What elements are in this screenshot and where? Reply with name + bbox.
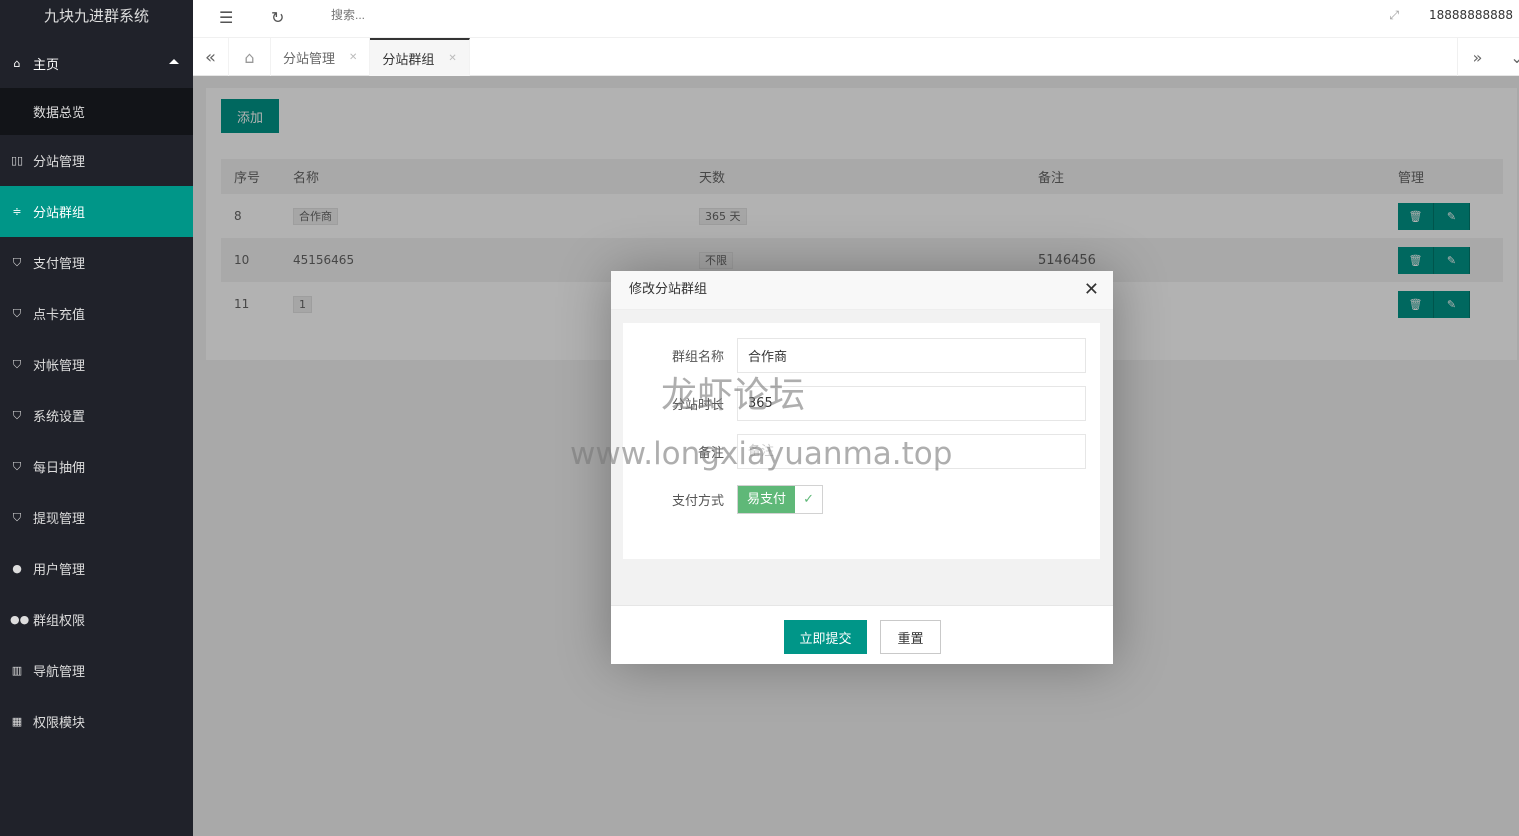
sidebar-item-label: 支付管理 [33, 257, 86, 272]
sidebar-item-settings[interactable]: ⛉ 系统设置 [0, 390, 193, 441]
sidebar-item-daily-commission[interactable]: ⛉ 每日抽佣 [0, 441, 193, 492]
sliders-icon: ≑ [12, 205, 22, 218]
sidebar-item-users[interactable]: ● 用户管理 [0, 543, 193, 594]
shield-icon: ⛉ [12, 459, 22, 473]
check-icon: ✓ [803, 492, 814, 507]
home-icon: ⌂ [13, 56, 21, 70]
sidebar-item-label: 主页 [33, 57, 60, 73]
sidebar-item-substation[interactable]: ▯▯ 分站管理 [0, 135, 193, 186]
field-label: 分站时长 [671, 398, 724, 413]
menu-collapse-icon[interactable]: ☰ [219, 8, 233, 27]
sidebar-item-label: 提现管理 [33, 512, 86, 527]
sidebar-item-overview[interactable]: 数据总览 [0, 88, 193, 135]
sidebar-item-withdraw[interactable]: ⛉ 提现管理 [0, 492, 193, 543]
tab-bar: « ⌂ 分站管理 ✕ 分站群组 ✕ » ⌄ [193, 38, 1519, 76]
tab-substation[interactable]: 分站管理 ✕ [271, 38, 371, 76]
payment-option-label: 易支付 [738, 486, 796, 513]
form-row-payment: 支付方式 易支付 ✓ [623, 485, 824, 514]
shield-icon: ⛉ [12, 255, 22, 269]
tabs-scroll-left-icon[interactable]: « [193, 38, 229, 76]
reset-button[interactable]: 重置 [880, 620, 941, 654]
home-tab-icon[interactable]: ⌂ [229, 38, 271, 76]
caret-up-icon [169, 59, 179, 64]
sidebar-item-payment[interactable]: ⛉ 支付管理 [0, 237, 193, 288]
tab-label: 分站管理 [283, 51, 336, 67]
form-panel: 群组名称 分站时长 备注 支付方式 易支付 ✓ [623, 323, 1100, 559]
sidebar-item-label: 分站群组 [33, 206, 86, 221]
form-row-note: 备注 [623, 434, 1086, 469]
sidebar: 九块九进群系统 ⌂ 主页 数据总览 ▯▯ 分站管理 ≑ 分站群组 ⛉ 支付管理 ⛉ 点卡充… [0, 0, 193, 836]
edit-group-modal: 修改分站群组 ✕ 群组名称 分站时长 备注 支付方式 易支付 ✓ 立即提交 重置 [611, 271, 1113, 664]
form-row-name: 群组名称 [623, 338, 1086, 373]
top-header: ☰ ↻ ⤢ 18888888888 [193, 0, 1519, 38]
submit-button[interactable]: 立即提交 [784, 620, 867, 654]
sidebar-item-label: 分站管理 [33, 155, 86, 170]
field-label: 群组名称 [671, 350, 724, 365]
shield-icon: ⛉ [12, 510, 22, 524]
tabs-dropdown-icon[interactable]: ⌄ [1497, 38, 1519, 76]
sidebar-item-group-permissions[interactable]: ●● 群组权限 [0, 594, 193, 645]
user-account[interactable]: 18888888888 [1429, 8, 1513, 22]
close-icon[interactable]: ✕ [1084, 271, 1099, 309]
group-name-input[interactable] [737, 338, 1086, 373]
sidebar-item-label: 点卡充值 [33, 308, 86, 323]
sidebar-item-label: 数据总览 [33, 106, 86, 121]
tabs-scroll-right-icon[interactable]: » [1457, 38, 1497, 76]
payment-checkbox[interactable]: 易支付 ✓ [737, 485, 824, 514]
search-input[interactable] [331, 8, 451, 22]
sidebar-item-label: 用户管理 [33, 563, 86, 578]
columns-icon: ▯▯ [10, 154, 24, 167]
tab-label: 分站群组 [382, 52, 435, 68]
shield-icon: ⛉ [12, 357, 22, 371]
tab-substation-group[interactable]: 分站群组 ✕ [370, 38, 470, 76]
close-icon[interactable]: ✕ [448, 53, 456, 64]
sidebar-item-label: 对帐管理 [33, 359, 86, 374]
chart-icon: ▥ [11, 664, 23, 677]
sidebar-item-label: 系统设置 [33, 410, 86, 425]
modal-header: 修改分站群组 ✕ [611, 271, 1113, 310]
modal-footer: 立即提交 重置 [611, 605, 1113, 664]
users-icon: ●● [10, 613, 30, 626]
refresh-icon[interactable]: ↻ [271, 8, 284, 27]
sidebar-item-permission-modules[interactable]: ▦ 权限模块 [0, 696, 193, 747]
field-label: 支付方式 [671, 494, 724, 509]
sidebar-item-label: 每日抽佣 [33, 461, 86, 476]
sidebar-item-label: 导航管理 [33, 665, 86, 680]
field-label: 备注 [697, 446, 724, 461]
app-title: 九块九进群系统 [43, 7, 149, 25]
shield-icon: ⛉ [12, 408, 22, 422]
sidebar-item-card-recharge[interactable]: ⛉ 点卡充值 [0, 288, 193, 339]
sidebar-item-reconcile[interactable]: ⛉ 对帐管理 [0, 339, 193, 390]
form-row-duration: 分站时长 [623, 386, 1086, 421]
note-input[interactable] [737, 434, 1086, 469]
close-icon[interactable]: ✕ [349, 52, 357, 63]
duration-input[interactable] [737, 386, 1086, 421]
sidebar-item-home[interactable]: ⌂ 主页 [0, 38, 193, 88]
shield-icon: ⛉ [12, 306, 22, 320]
sidebar-item-substation-group[interactable]: ≑ 分站群组 [0, 186, 193, 237]
sidebar-item-navigation[interactable]: ▥ 导航管理 [0, 645, 193, 696]
user-icon: ● [12, 562, 22, 575]
fullscreen-icon[interactable]: ⤢ [1389, 8, 1399, 23]
grid-icon: ▦ [11, 715, 23, 728]
modal-title: 修改分站群组 [629, 282, 708, 297]
sidebar-item-label: 权限模块 [33, 716, 86, 731]
sidebar-item-label: 群组权限 [33, 614, 86, 629]
